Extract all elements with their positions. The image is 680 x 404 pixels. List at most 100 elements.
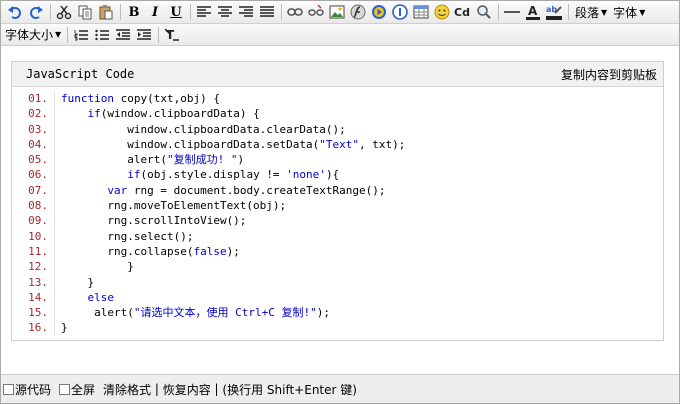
code-line: } (61, 275, 95, 289)
line-number: 10. (28, 229, 48, 243)
line-number: 12. (28, 260, 48, 274)
copy-to-clipboard-link[interactable]: 复制内容到剪贴板 (561, 66, 657, 83)
emoticon-icon[interactable] (432, 2, 452, 22)
toolbar-divider (158, 26, 160, 43)
rich-text-editor: B I U Cd A ab 段落 ▼ 字体 ▼ 字体大小 ▼ T JavaScr… (0, 0, 680, 404)
fullscreen-toggle[interactable]: 全屏 (59, 381, 95, 398)
toolbar-divider (190, 4, 191, 20)
source-code-checkbox[interactable] (3, 383, 14, 395)
clear-format-link[interactable]: 清除格式 (103, 381, 151, 398)
link-icon[interactable] (285, 2, 305, 22)
unlink-icon[interactable] (306, 2, 326, 22)
line-number: 01. (28, 92, 48, 105)
paragraph-dropdown-label: 段落 (575, 5, 600, 20)
flash-icon[interactable] (348, 2, 368, 22)
align-center-icon[interactable] (215, 2, 235, 22)
line-number: 14. (28, 290, 48, 304)
line-number-gutter: 01. 02. 03. 04. 05. 06. 07. 08. 09. 10. 11. 12. 13. 1… (12, 91, 55, 336)
code-line: alert("请选中文本，使用 Ctrl+C 复制!"); (61, 306, 330, 320)
separator-text: | (210, 382, 223, 396)
line-number: 09. (28, 214, 48, 228)
underline-button[interactable]: U (166, 2, 186, 22)
unordered-list-icon[interactable] (92, 25, 112, 45)
code-line: else (87, 290, 115, 304)
chevron-down-icon: ▼ (55, 30, 62, 39)
code-line: alert("复制成功! ") (61, 153, 245, 167)
toolbar-main: B I U Cd A ab 段落 ▼ 字体 ▼ (1, 1, 679, 24)
paragraph-dropdown[interactable]: 段落 ▼ (572, 3, 610, 21)
source-code-toggle[interactable]: 源代码 (3, 381, 51, 398)
search-icon[interactable] (474, 2, 494, 22)
line-number: 15. (28, 306, 48, 320)
code-line: var rng = document.body.createTextRange(… (107, 183, 386, 197)
code-line: rng.collapse(false); (61, 244, 240, 258)
code-line: if(window.clipboardData) { (87, 107, 260, 121)
toolbar-divider (498, 4, 499, 20)
remove-format-icon[interactable]: T (162, 25, 182, 45)
chevron-down-icon: ▼ (601, 7, 608, 17)
toolbar-divider (120, 4, 121, 20)
fullscreen-label: 全屏 (71, 382, 96, 397)
toolbar-divider (568, 4, 569, 20)
line-number: 02. (28, 107, 48, 121)
font-dropdown[interactable]: 字体 ▼ (610, 3, 648, 21)
line-number: 13. (28, 275, 48, 289)
code-line: rng.scrollIntoView(); (61, 214, 247, 228)
code-block: JavaScript Code 复制内容到剪贴板 01. 02. 03. 04. 05.… (11, 61, 664, 341)
line-number: 05. (28, 153, 48, 167)
line-number: 04. (28, 137, 48, 151)
image-icon[interactable] (327, 2, 347, 22)
bold-button[interactable]: B (124, 2, 144, 22)
toolbar-secondary: 字体大小 ▼ T (1, 24, 679, 46)
font-size-dropdown[interactable]: 字体大小 ▼ (3, 26, 64, 44)
font-color-icon[interactable]: A (523, 2, 543, 22)
horizontal-rule-icon[interactable] (502, 2, 522, 22)
align-justify-icon[interactable] (257, 2, 277, 22)
italic-button[interactable]: I (145, 2, 165, 22)
table-icon[interactable] (411, 2, 431, 22)
editor-status-bar: 源代码 全屏 清除格式 | 恢复内容 | (换行用 Shift+Enter 键) (1, 374, 679, 403)
chevron-down-icon: ▼ (639, 7, 646, 17)
toolbar-divider (67, 26, 69, 43)
info-circle-icon[interactable] (390, 2, 410, 22)
svg-text:Cd: Cd (454, 6, 470, 19)
indent-icon[interactable] (134, 25, 154, 45)
line-number: 16. (28, 321, 48, 335)
align-left-icon[interactable] (194, 2, 214, 22)
font-dropdown-label: 字体 (613, 5, 638, 20)
newline-hint: (换行用 Shift+Enter 键) (222, 382, 357, 397)
copy-icon[interactable] (75, 2, 95, 22)
code-line: } (61, 321, 68, 335)
align-right-icon[interactable] (236, 2, 256, 22)
code-block-icon[interactable]: Cd (453, 2, 473, 22)
code-line: window.clipboardData.setData("Text", txt… (61, 137, 406, 151)
code-line: function copy(txt,obj) { (61, 92, 220, 105)
undo-icon[interactable] (5, 2, 25, 22)
editor-content-area[interactable]: JavaScript Code 复制内容到剪贴板 01. 02. 03. 04. 05.… (1, 47, 679, 373)
line-number: 07. (28, 183, 48, 197)
restore-content-link[interactable]: 恢复内容 (163, 381, 211, 398)
code-line: if(obj.style.display != 'none'){ (127, 168, 340, 182)
toolbar-divider (50, 4, 51, 20)
code-line: } (61, 260, 134, 274)
fullscreen-checkbox[interactable] (59, 383, 71, 395)
redo-icon[interactable] (26, 2, 46, 22)
code-line: rng.moveToElementText(obj); (61, 199, 287, 213)
font-size-dropdown-label: 字体大小 (5, 28, 54, 42)
outdent-icon[interactable] (113, 25, 133, 45)
code-lines: function copy(txt,obj) { if(window.clipb… (61, 91, 405, 336)
code-block-header: JavaScript Code 复制内容到剪贴板 (12, 62, 663, 87)
svg-text:A: A (528, 4, 538, 18)
cut-icon[interactable] (54, 2, 74, 22)
line-number: 03. (28, 122, 48, 136)
code-line: rng.select(); (61, 229, 194, 243)
separator-text: | (151, 382, 163, 396)
paste-icon[interactable] (96, 2, 116, 22)
media-play-icon[interactable] (369, 2, 389, 22)
line-number: 06. (28, 168, 48, 182)
ordered-list-icon[interactable] (71, 25, 91, 45)
line-number: 11. (28, 244, 48, 258)
code-line: window.clipboardData.clearData(); (61, 122, 346, 136)
toolbar-divider (281, 4, 282, 20)
highlight-color-icon[interactable]: ab (544, 2, 564, 22)
